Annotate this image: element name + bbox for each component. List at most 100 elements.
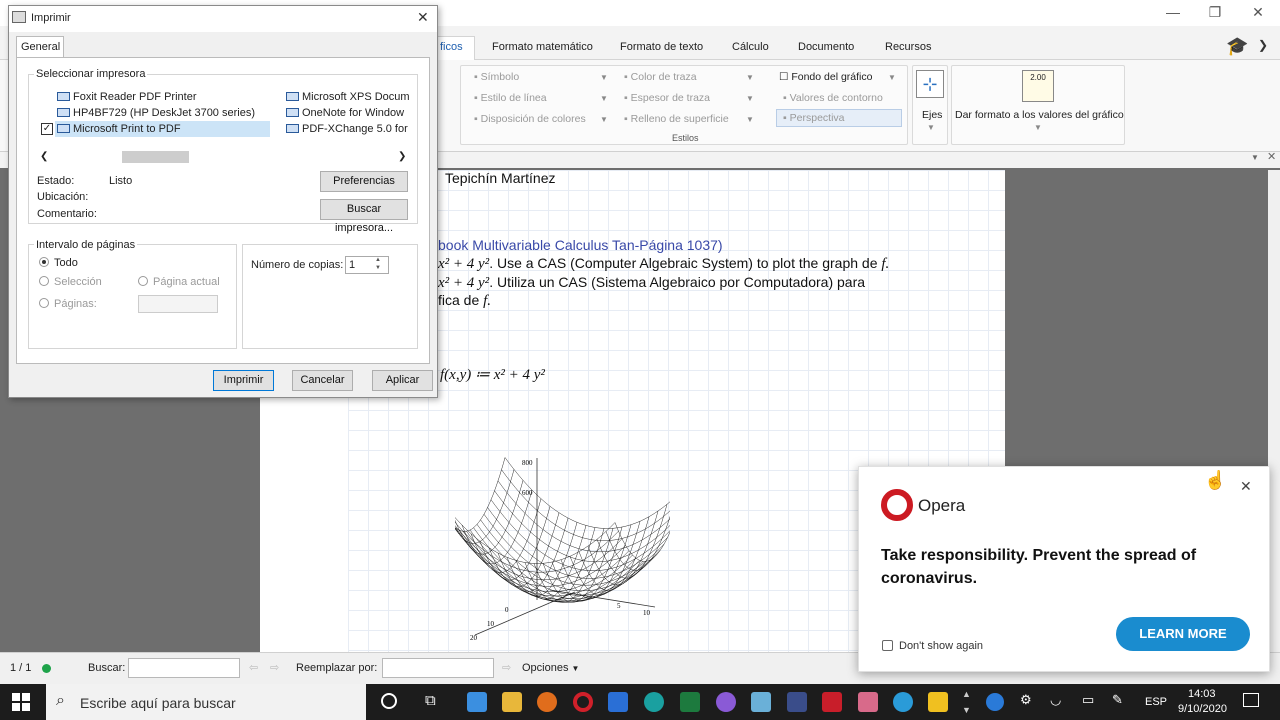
windows-start-icon[interactable] (12, 693, 30, 711)
arrow-left-icon[interactable]: ⇦ (249, 661, 258, 674)
radio-seleccion[interactable]: Selección (39, 276, 102, 288)
ribbon-color-traza[interactable]: ▪ Color de traza (624, 71, 697, 83)
arrow-right-icon[interactable]: ⇨ (270, 661, 279, 674)
chevron-down-icon[interactable]: ▼ (746, 94, 754, 103)
clock-date[interactable]: 9/10/2020 (1178, 703, 1227, 715)
clock-time[interactable]: 14:03 (1188, 688, 1216, 700)
mesh-line (455, 525, 623, 581)
app-icon[interactable] (787, 692, 807, 712)
opera-icon[interactable] (573, 692, 593, 712)
app-icon[interactable] (893, 692, 913, 712)
task-view-icon[interactable]: ⧉ (425, 692, 436, 709)
tab-documento[interactable]: Documento (798, 41, 854, 53)
pdf-icon[interactable] (822, 692, 842, 712)
printer-item[interactable]: HP4BF729 (HP DeskJet 3700 series) (57, 107, 255, 119)
pages-input[interactable] (138, 295, 218, 313)
close-icon[interactable]: ✕ (1267, 150, 1276, 163)
app-icon[interactable] (751, 692, 771, 712)
ribbon-espesor-traza[interactable]: ▪ Espesor de traza (624, 92, 710, 104)
ribbon-disposicion-colores[interactable]: ▪ Disposición de colores (474, 113, 586, 125)
radio-todo[interactable]: Todo (39, 257, 78, 269)
chevron-down-icon[interactable]: ▼ (1251, 153, 1259, 162)
search-input[interactable] (128, 658, 240, 678)
maximize-icon[interactable]: ❐ (1200, 4, 1230, 22)
surface-plot[interactable]: 800 600 0 10 20 5 10 (455, 450, 670, 645)
graduation-cap-icon[interactable]: 🎓 (1226, 36, 1248, 57)
tab-graficos[interactable]: ficos (440, 41, 463, 53)
notifications-icon[interactable] (1243, 693, 1259, 707)
printer-item[interactable]: OneNote for Window (286, 107, 410, 119)
app-icon[interactable] (716, 692, 736, 712)
copies-value[interactable]: 1 (349, 259, 355, 271)
radio-paginas[interactable]: Páginas: (39, 298, 97, 310)
reference-text: book Multivariable Calculus Tan-Página 1… (438, 237, 723, 253)
ribbon-relleno-superficie[interactable]: ▪ Relleno de superficie (624, 113, 729, 125)
ribbon-perspectiva[interactable]: ▪ Perspectiva (783, 112, 845, 124)
battery-icon[interactable]: ▭ (1082, 692, 1094, 708)
close-icon[interactable]: ✕ (1240, 478, 1252, 495)
close-icon[interactable]: ✕ (417, 9, 429, 26)
ejes-label[interactable]: Ejes (922, 109, 942, 121)
cortana-icon[interactable] (381, 693, 397, 709)
ribbon-simbolo[interactable]: ▪ Símbolo (474, 71, 519, 83)
horizontal-scroll-thumb[interactable] (122, 151, 189, 163)
taskbar-search-placeholder[interactable]: Escribe aquí para buscar (80, 695, 236, 711)
help-icon[interactable] (986, 693, 1004, 711)
mail-icon[interactable] (608, 692, 628, 712)
chevron-down-icon[interactable]: ▼ (888, 73, 896, 82)
printer-item[interactable]: Microsoft XPS Docum (286, 91, 410, 103)
ribbon-fondo-grafico[interactable]: ☐ Fondo del gráfico (779, 71, 872, 83)
chevron-down-icon[interactable]: ▼ (600, 73, 608, 82)
printer-item[interactable]: PDF-XChange 5.0 for (286, 123, 410, 135)
firefox-icon[interactable] (537, 692, 557, 712)
file-explorer-icon[interactable] (502, 692, 522, 712)
smath-icon[interactable] (928, 692, 948, 712)
imprimir-button[interactable]: Imprimir (213, 370, 274, 391)
function-definition[interactable]: f(x,y) ≔ x² + 4 y² (440, 365, 545, 384)
opciones-dropdown[interactable]: Opciones ▼ (522, 662, 579, 674)
learn-more-button[interactable]: LEARN MORE (1116, 617, 1250, 651)
ribbon-estilo-linea[interactable]: ▪ Estilo de línea (474, 92, 547, 104)
excel-icon[interactable] (680, 692, 700, 712)
chevron-down-icon[interactable]: ▼ (600, 115, 608, 124)
aplicar-button[interactable]: Aplicar (372, 370, 433, 391)
stepper-icon[interactable]: ▲ ▼ (375, 256, 381, 272)
edge-icon[interactable] (644, 692, 664, 712)
tab-recursos[interactable]: Recursos (885, 41, 931, 53)
arrow-right-icon[interactable]: ⇨ (502, 661, 511, 674)
chevron-down-icon[interactable]: ▼ (927, 123, 935, 132)
printer-item-selected[interactable]: Microsoft Print to PDF (57, 123, 181, 135)
chevron-down-icon[interactable]: ▼ (746, 73, 754, 82)
format-values-icon[interactable]: 2.00 (1022, 70, 1054, 102)
pen-icon[interactable]: ✎ (1112, 692, 1123, 708)
chevron-down-icon[interactable]: ▼ (600, 94, 608, 103)
replace-input[interactable] (382, 658, 494, 678)
ribbon-valores-contorno[interactable]: ▪ Valores de contorno (783, 92, 883, 104)
chevron-down-icon[interactable]: ▼ (746, 115, 754, 124)
tab-general[interactable]: General (21, 41, 60, 53)
cancelar-button[interactable]: Cancelar (292, 370, 353, 391)
dar-formato-label[interactable]: Dar formato a los valores del gráfico (955, 109, 1124, 121)
axes-icon[interactable]: ⊹ (916, 70, 944, 98)
preferencias-button[interactable]: Preferencias (320, 171, 408, 192)
page-indicator: 1 / 1 (10, 662, 32, 674)
collapse-ribbon-icon[interactable]: ❯ (1258, 38, 1268, 52)
scroll-left-icon[interactable]: ❮ (40, 151, 48, 162)
app-tray-icon[interactable]: ⚙ (1020, 692, 1032, 708)
tab-formato-texto[interactable]: Formato de texto (620, 41, 703, 53)
tab-formato-matematico[interactable]: Formato matemático (492, 41, 593, 53)
chevron-down-icon[interactable]: ▼ (1034, 123, 1042, 132)
app-icon[interactable] (858, 692, 878, 712)
scroll-right-icon[interactable]: ❯ (398, 151, 406, 162)
minimize-icon[interactable]: — (1158, 4, 1188, 22)
buscar-impresora-button[interactable]: Buscar impresora... (320, 199, 408, 234)
scroll-icon[interactable]: ▲ ▼ (962, 686, 971, 718)
language-indicator[interactable]: ESP (1145, 696, 1167, 708)
wifi-icon[interactable]: ◡ (1050, 692, 1061, 708)
radio-pagina-actual[interactable]: Página actual (138, 276, 220, 288)
printer-item[interactable]: Foxit Reader PDF Printer (57, 91, 196, 103)
dont-show-checkbox[interactable]: Don't show again (882, 640, 983, 652)
dropbox-icon[interactable] (467, 692, 487, 712)
tab-calculo[interactable]: Cálculo (732, 41, 769, 53)
close-icon[interactable]: ✕ (1243, 4, 1273, 22)
